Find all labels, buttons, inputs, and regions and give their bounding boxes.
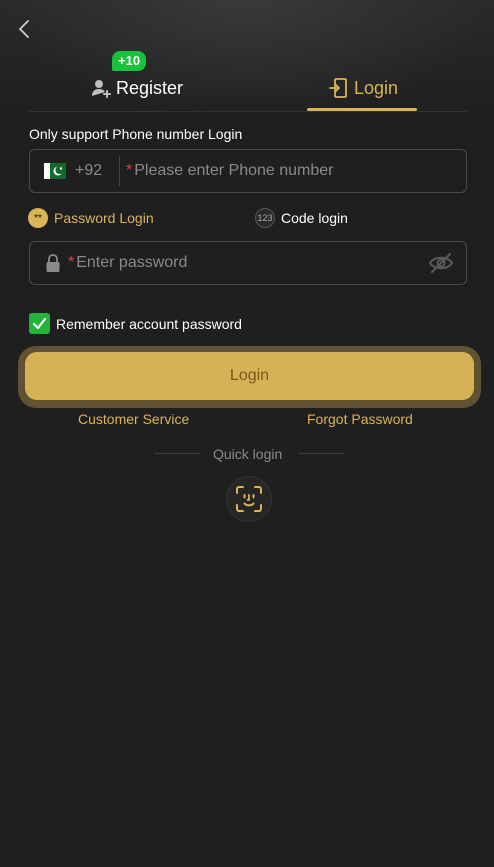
remember-label: Remember account password [56,315,242,332]
country-code[interactable]: +92 [75,162,111,180]
tab-login-label: Login [354,77,399,98]
pakistan-flag-icon [44,163,66,179]
back-button[interactable] [14,18,36,40]
customer-service-link[interactable]: Customer Service [78,411,189,427]
add-user-icon [92,80,111,98]
forgot-password-link[interactable]: Forgot Password [307,411,413,427]
tab-divider [29,111,467,112]
face-id-icon [236,486,262,512]
tab-login[interactable]: Login [328,70,398,106]
password-login-label: Password Login [54,210,154,226]
tab-register[interactable]: Register [90,70,183,106]
face-login-button[interactable] [226,476,272,522]
door-enter-icon [329,78,347,98]
quick-login-label: Quick login [213,446,283,462]
password-login-option[interactable]: ** Password Login [28,206,154,230]
header-background [0,0,494,120]
required-mark: * [126,162,133,179]
lock-icon [46,254,60,272]
chevron-left-icon [19,20,29,38]
checkbox-checked[interactable] [29,313,50,334]
phone-input-placeholder[interactable]: Please enter Phone number [134,162,333,180]
required-mark: * [68,254,75,271]
login-button[interactable]: Login [25,352,474,400]
register-bonus-badge: +10 [112,51,147,71]
tab-register-label: Register [116,77,184,98]
field-separator [119,156,120,186]
code-login-option[interactable]: 123 Code login [255,206,348,230]
check-icon [32,317,47,330]
password-mode-icon: ** [28,208,48,228]
code-login-label: Code login [281,210,348,226]
password-field[interactable]: * Enter password [29,241,467,285]
remember-password-checkbox[interactable]: Remember account password [29,313,242,334]
eye-off-icon[interactable] [428,252,454,274]
password-input-placeholder[interactable]: Enter password [76,254,187,272]
login-hint: Only support Phone number Login [29,126,243,142]
code-mode-icon: 123 [255,208,275,228]
quick-login-divider-left [154,453,200,454]
phone-field[interactable]: +92 * Please enter Phone number [29,149,467,193]
quick-login-divider-right [298,453,344,454]
